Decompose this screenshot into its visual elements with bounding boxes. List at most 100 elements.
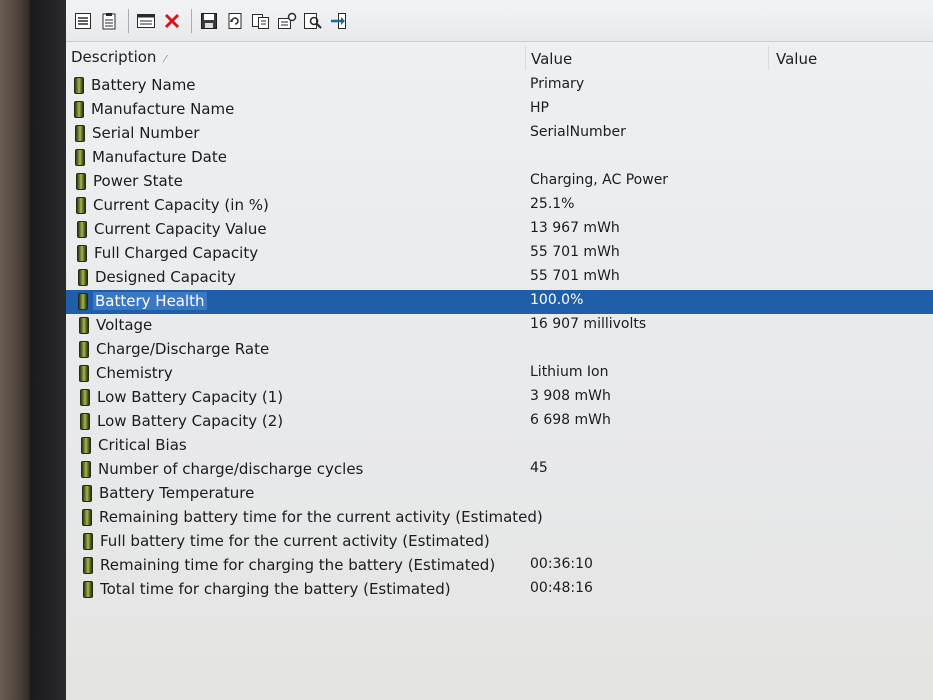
refresh-icon[interactable] [224,10,246,32]
table-row[interactable]: Remaining battery time for the current a… [66,506,933,530]
battery-icon [78,293,88,310]
find-icon[interactable] [302,10,324,32]
row-description: Low Battery Capacity (2) [97,412,284,430]
monitor-bezel [30,0,66,700]
battery-icon [77,245,87,262]
battery-icon [81,437,91,454]
row-description: Voltage [96,316,153,334]
table-row[interactable]: Manufacture Date [66,146,933,170]
row-description: Battery Temperature [99,484,255,502]
battery-icon [79,317,89,334]
column-header-value-2[interactable]: Value [776,50,817,68]
table-row[interactable]: Number of charge/discharge cycles 45 [66,458,933,482]
row-description: Critical Bias [98,436,187,454]
table-row[interactable]: Low Battery Capacity (1) 3 908 mWh [66,386,933,410]
row-description: Power State [93,172,183,190]
row-value: HP [530,100,549,116]
battery-icon [80,413,90,430]
table-row[interactable]: Power State Charging, AC Power [66,170,933,194]
copy-icon[interactable] [250,10,272,32]
table-row[interactable]: Battery Health 100.0% [66,290,933,314]
row-description: Charge/Discharge Rate [96,340,270,358]
row-value: 6 698 mWh [530,412,611,428]
battery-icon [83,557,93,574]
row-value: 00:36:10 [530,556,593,572]
battery-icon [79,341,89,358]
battery-icon [76,173,86,190]
row-description: Battery Name [91,76,196,94]
details-icon[interactable] [72,10,94,32]
table-row[interactable]: Charge/Discharge Rate [66,338,933,362]
row-value: Lithium Ion [530,364,609,380]
battery-icon [75,149,85,166]
row-value: Charging, AC Power [530,172,669,188]
row-description: Low Battery Capacity (1) [97,388,284,406]
properties-icon[interactable] [135,10,157,32]
column-header-value[interactable]: Value [531,50,572,68]
table-row[interactable]: Battery Temperature [66,482,933,506]
row-value: 55 701 mWh [530,244,620,260]
table-row[interactable]: Full Charged Capacity 55 701 mWh [66,242,933,266]
table-row[interactable]: Battery Name Primary [66,74,933,98]
column-divider[interactable] [768,46,769,70]
table-row[interactable]: Remaining time for charging the battery … [66,554,933,578]
row-description: Manufacture Date [92,148,227,166]
list-header: Description ⁄ Value Value [66,44,933,72]
delete-icon[interactable] [161,10,183,32]
row-value: 100.0% [530,292,584,308]
sort-arrow-icon: ⁄ [164,54,167,65]
row-description: Full battery time for the current activi… [100,532,490,550]
report-icon[interactable] [98,10,120,32]
battery-icon [74,101,84,118]
save-icon[interactable] [198,10,220,32]
row-value: 00:48:16 [530,580,593,596]
row-description: Number of charge/discharge cycles [98,460,364,478]
table-row[interactable]: Low Battery Capacity (2) 6 698 mWh [66,410,933,434]
battery-icon [83,581,93,598]
table-row[interactable]: Chemistry Lithium Ion [66,362,933,386]
row-value: Primary [530,76,585,92]
toolbar-separator [128,8,129,33]
table-row[interactable]: Critical Bias [66,434,933,458]
table-row[interactable]: Current Capacity (in %) 25.1% [66,194,933,218]
row-value: SerialNumber [530,124,626,140]
row-description: Chemistry [96,364,173,382]
table-row[interactable]: Serial Number SerialNumber [66,122,933,146]
battery-icon [82,485,92,502]
battery-info-list: Battery Name Primary Manufacture Name HP Ser… [66,74,933,602]
row-description: Current Capacity Value [94,220,267,238]
row-description: Serial Number [92,124,200,142]
battery-icon [83,533,93,550]
toolbar [66,0,933,42]
battery-icon [82,509,92,526]
table-row[interactable]: Total time for charging the battery (Est… [66,578,933,602]
row-description: Designed Capacity [95,268,236,286]
row-value: 3 908 mWh [530,388,611,404]
row-description: Manufacture Name [91,100,235,118]
column-divider[interactable] [525,46,526,70]
row-description: Full Charged Capacity [94,244,259,262]
options-icon[interactable] [276,10,298,32]
battery-icon [77,221,87,238]
row-value: 13 967 mWh [530,220,620,236]
row-value: 45 [530,460,548,476]
table-row[interactable]: Voltage 16 907 millivolts [66,314,933,338]
row-value: 25.1% [530,196,575,212]
table-row[interactable]: Current Capacity Value 13 967 mWh [66,218,933,242]
table-row[interactable]: Designed Capacity 55 701 mWh [66,266,933,290]
battery-icon [75,125,85,142]
row-description: Current Capacity (in %) [93,196,269,214]
table-row[interactable]: Full battery time for the current activi… [66,530,933,554]
battery-icon [78,269,88,286]
row-description: Battery Health [93,292,207,310]
row-description: Remaining battery time for the current a… [99,508,543,526]
battery-info-window: Description ⁄ Value Value Battery Name Pri… [66,0,933,700]
toolbar-separator [191,8,192,33]
column-header-description[interactable]: Description ⁄ [71,48,166,66]
battery-icon [80,389,90,406]
table-row[interactable]: Manufacture Name HP [66,98,933,122]
exit-icon[interactable] [328,10,350,32]
column-header-description-label: Description [71,48,157,66]
desk-background [0,0,30,700]
row-description: Remaining time for charging the battery … [100,556,496,574]
